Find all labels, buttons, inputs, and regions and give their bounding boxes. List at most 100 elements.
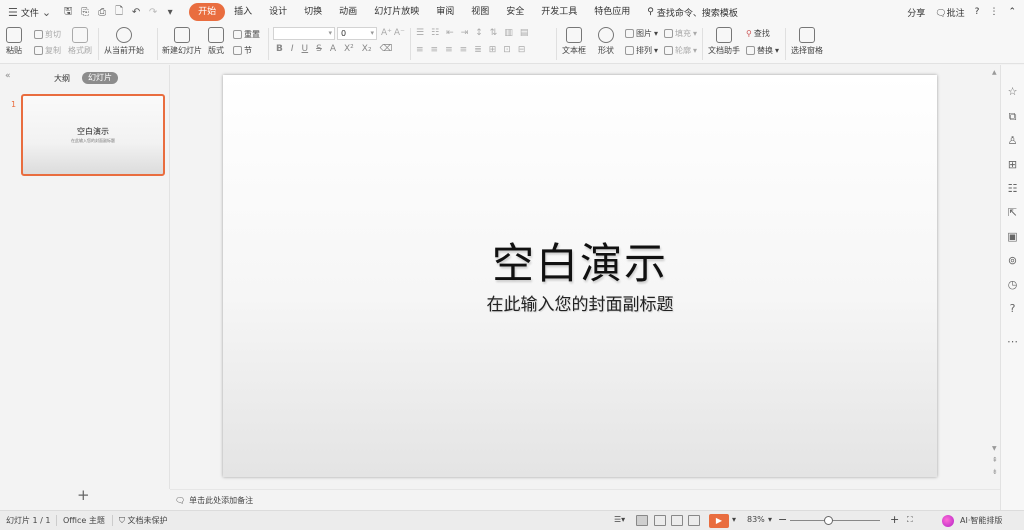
zoom-level[interactable]: 83%: [747, 515, 765, 524]
subscript-icon[interactable]: X₂: [362, 44, 372, 54]
cut-button[interactable]: 剪切: [34, 29, 61, 40]
zoom-out-icon[interactable]: −: [778, 513, 787, 526]
presenter-view-icon[interactable]: [688, 515, 700, 526]
collapse-ribbon-icon[interactable]: ⌃: [1008, 7, 1016, 17]
tab-slides[interactable]: 幻灯片: [82, 72, 118, 84]
font-family-select[interactable]: ▾: [273, 27, 335, 40]
section-button[interactable]: 节: [233, 45, 252, 56]
settings-sliders-icon[interactable]: ☷: [1006, 182, 1019, 195]
superscript-icon[interactable]: X²: [344, 44, 354, 54]
increase-font-icon[interactable]: A⁺: [381, 28, 392, 38]
doc-assistant-button[interactable]: 文档助手: [708, 27, 740, 56]
line-spacing-icon[interactable]: ↕: [475, 28, 483, 38]
shape-button[interactable]: 形状: [598, 27, 614, 56]
tab-review[interactable]: 审阅: [428, 3, 462, 21]
comment-button[interactable]: 🗨批注: [935, 6, 964, 19]
replace-button[interactable]: 替换 ▾: [746, 45, 779, 56]
grid-icon[interactable]: ⊞: [1006, 158, 1019, 171]
export-pdf-icon[interactable]: ⎘: [78, 7, 92, 18]
align-left-icon[interactable]: ≡: [416, 45, 424, 55]
strikethrough-icon[interactable]: S: [316, 44, 322, 54]
prev-page-icon[interactable]: ⇞: [992, 456, 998, 464]
add-slide-button[interactable]: +: [77, 486, 90, 504]
tab-transitions[interactable]: 切换: [296, 3, 330, 21]
fill-button[interactable]: 填充 ▾: [664, 28, 697, 39]
play-from-current-button[interactable]: 从当前开始: [104, 27, 144, 56]
reset-button[interactable]: 重置: [233, 29, 260, 40]
underline-icon[interactable]: U: [302, 44, 309, 54]
tab-home[interactable]: 开始: [189, 3, 226, 21]
next-page-icon[interactable]: ⇟: [992, 468, 998, 476]
scroll-down-icon[interactable]: ▼: [992, 445, 997, 452]
paste-button[interactable]: 粘贴: [6, 27, 22, 56]
print-icon[interactable]: ⎙: [95, 7, 109, 18]
decrease-font-icon[interactable]: A⁻: [394, 28, 405, 38]
increase-indent-icon[interactable]: ⇥: [461, 28, 469, 38]
smart-art-icon[interactable]: ⊞: [489, 45, 497, 55]
slide-sorter-icon[interactable]: [654, 515, 666, 526]
new-slide-button[interactable]: 新建幻灯片: [162, 27, 202, 56]
collapse-panel-icon[interactable]: «: [5, 71, 11, 81]
zoom-slider-handle[interactable]: [824, 516, 833, 525]
normal-view-icon[interactable]: [636, 515, 648, 526]
tab-security[interactable]: 安全: [498, 3, 532, 21]
zoom-in-icon[interactable]: +: [890, 513, 899, 526]
reading-view-icon[interactable]: [671, 515, 683, 526]
play-options-icon[interactable]: ▾: [732, 515, 736, 524]
help-circle-icon[interactable]: ?: [1006, 302, 1019, 315]
outline-button[interactable]: 轮廓 ▾: [664, 45, 697, 56]
align-text-icon[interactable]: ▤: [520, 28, 529, 38]
clear-format-icon[interactable]: ⌫: [380, 44, 393, 54]
textbox-button[interactable]: 文本框: [562, 27, 586, 56]
more-options-icon[interactable]: ⋮: [989, 7, 998, 17]
notes-toggle-icon[interactable]: ☰▾: [614, 515, 625, 524]
customize-toolbar-icon[interactable]: ▾: [163, 7, 177, 18]
numbered-list-icon[interactable]: ☷: [431, 28, 439, 38]
bold-icon[interactable]: B: [276, 44, 283, 54]
tab-design[interactable]: 设计: [261, 3, 295, 21]
download-circle-icon[interactable]: ⊚: [1006, 254, 1019, 267]
align-right-icon[interactable]: ≡: [445, 45, 453, 55]
fit-window-icon[interactable]: ⛶: [907, 515, 913, 525]
notes-bar[interactable]: 🗨 单击此处添加备注: [170, 489, 1000, 510]
share-out-icon[interactable]: ⇱: [1006, 206, 1019, 219]
print-preview-icon[interactable]: 🗋: [112, 4, 126, 21]
archive-icon[interactable]: ▣: [1006, 230, 1019, 243]
slide-subtitle[interactable]: 在此输入您的封面副标题: [223, 290, 937, 315]
text-direction-icon[interactable]: ⇅: [490, 28, 498, 38]
picture-button[interactable]: 图片 ▾: [625, 28, 658, 39]
slide[interactable]: 空白演示 在此输入您的封面副标题: [223, 75, 937, 477]
tab-developer[interactable]: 开发工具: [533, 3, 585, 21]
arrange-button[interactable]: 排列 ▾: [625, 45, 658, 56]
bullet-list-icon[interactable]: ☰: [416, 28, 424, 38]
play-slideshow-button[interactable]: ▶: [709, 514, 729, 528]
zoom-slider[interactable]: [790, 520, 880, 521]
document-protection[interactable]: ⛉ 文档未保护: [119, 515, 168, 526]
italic-icon[interactable]: I: [291, 44, 294, 54]
tab-insert[interactable]: 插入: [226, 3, 260, 21]
layout-button[interactable]: 版式: [208, 27, 224, 56]
font-size-select[interactable]: 0 ▾: [337, 27, 377, 40]
find-button[interactable]: ⚲ 查找: [746, 28, 770, 39]
command-search[interactable]: ⚲ 查找命令、搜索模板: [647, 6, 738, 19]
slide-thumbnail[interactable]: 空白演示 在此输入您的封面副标题: [21, 94, 165, 176]
columns-icon[interactable]: ▥: [504, 28, 513, 38]
file-menu[interactable]: ☰ 文件 ⌄: [0, 0, 57, 24]
brush-icon[interactable]: ♙: [1006, 134, 1019, 147]
tab-view[interactable]: 视图: [463, 3, 497, 21]
decrease-indent-icon[interactable]: ⇤: [446, 28, 454, 38]
font-color-icon[interactable]: A: [330, 44, 336, 54]
format-painter-button[interactable]: 格式刷: [68, 27, 92, 56]
selection-pane-button[interactable]: 选择窗格: [791, 27, 823, 56]
redo-icon[interactable]: ↷: [146, 7, 160, 18]
ai-layout-button[interactable]: AI·智能排版: [960, 515, 1002, 526]
tab-outline[interactable]: 大纲: [54, 73, 70, 84]
distribute-icon[interactable]: ≣: [474, 45, 482, 55]
more-paragraph-icon[interactable]: ⊟: [518, 45, 526, 55]
undo-icon[interactable]: ↶: [129, 7, 143, 18]
history-icon[interactable]: ◷: [1006, 278, 1019, 291]
more-icon[interactable]: ⋯: [1006, 335, 1019, 348]
share-button[interactable]: 分享: [907, 6, 925, 19]
star-icon[interactable]: ☆: [1006, 85, 1019, 98]
tab-features[interactable]: 特色应用: [586, 3, 638, 21]
